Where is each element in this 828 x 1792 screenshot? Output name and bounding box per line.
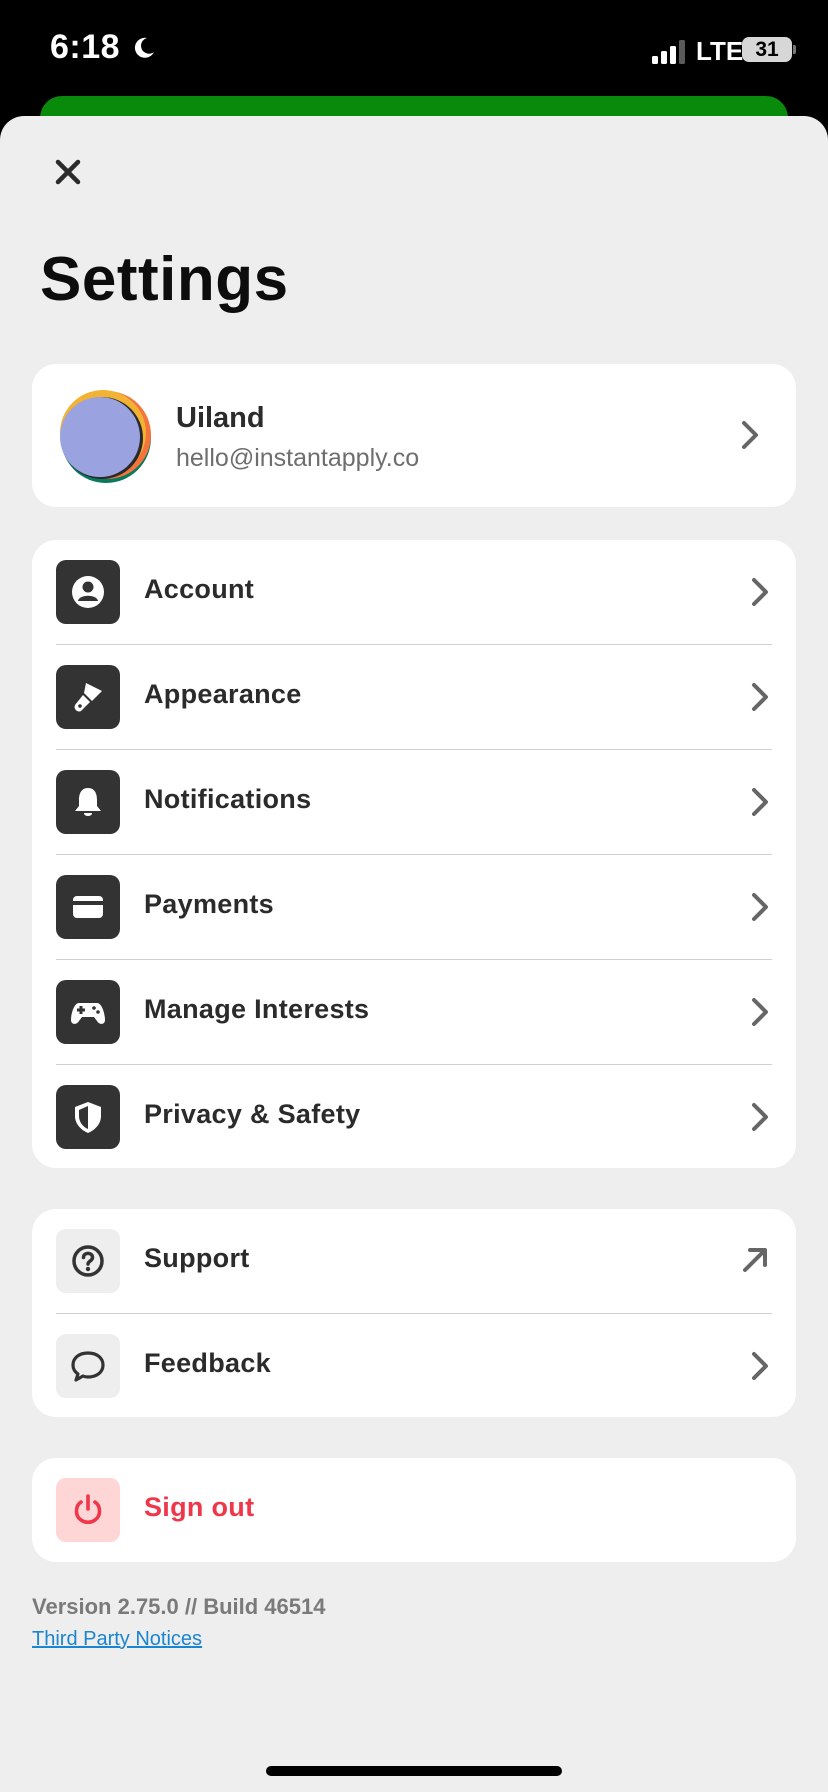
shield-icon (75, 1102, 101, 1133)
version-text: Version 2.75.0 // Build 46514 (32, 1594, 326, 1619)
battery-indicator: 31 (742, 37, 792, 62)
profile-email: hello@instantapply.co (176, 444, 420, 472)
menu-item-privacy-safety[interactable]: Privacy & Safety (32, 1065, 796, 1170)
third-party-notices-link[interactable]: Third Party Notices (32, 1628, 202, 1651)
menu-item-feedback[interactable]: Feedback (32, 1314, 796, 1419)
menu-item-support[interactable]: Support (32, 1209, 796, 1314)
menu-item-payments[interactable]: Payments (32, 855, 796, 960)
chevron-right-icon (752, 1352, 768, 1380)
menu-item-label: Notifications (144, 784, 312, 814)
status-time: 6:18 (50, 28, 121, 66)
moon-icon (134, 37, 154, 58)
notifications-icon-box (56, 770, 120, 834)
menu-item-label: Privacy & Safety (144, 1099, 361, 1129)
menu-item-label: Feedback (144, 1348, 271, 1378)
chat-bubble-icon (71, 1351, 105, 1382)
menu-item-account[interactable]: Account (32, 540, 796, 645)
chevron-right-icon (752, 788, 768, 816)
menu-item-label: Account (144, 574, 255, 604)
page-title: Settings (40, 245, 289, 314)
gamepad-icon (71, 1003, 105, 1024)
menu-item-appearance[interactable]: Appearance (32, 645, 796, 750)
chevron-right-icon (752, 683, 768, 711)
profile-card[interactable]: Uiland hello@instantapply.co (32, 364, 796, 507)
menu-item-label: Payments (144, 889, 274, 919)
menu-item-notifications[interactable]: Notifications (32, 750, 796, 855)
signal-bars-icon (652, 40, 685, 64)
support-menu: Support Feedback (32, 1209, 796, 1417)
paintbrush-icon (74, 683, 102, 712)
support-icon-box (56, 1229, 120, 1293)
home-indicator (266, 1766, 562, 1776)
external-arrow-icon (743, 1248, 767, 1272)
person-icon (72, 576, 104, 608)
sign-out-button[interactable]: Sign out (32, 1458, 796, 1562)
payments-icon-box (56, 875, 120, 939)
interests-icon-box (56, 980, 120, 1044)
settings-menu: Account Appearance Notifications Payment… (32, 540, 796, 1168)
feedback-icon-box (56, 1334, 120, 1398)
menu-item-label: Support (144, 1243, 250, 1273)
question-circle-icon (72, 1245, 104, 1277)
bell-icon (75, 788, 101, 816)
avatar (60, 390, 151, 483)
network-type: LTE (696, 36, 744, 66)
account-icon-box (56, 560, 120, 624)
menu-item-label: Appearance (144, 679, 302, 709)
signout-card: Sign out (32, 1458, 796, 1562)
power-icon (74, 1494, 102, 1525)
chevron-right-icon (752, 1103, 768, 1131)
chevron-right-icon (752, 893, 768, 921)
battery-tip (793, 45, 796, 54)
sign-out-label: Sign out (144, 1492, 255, 1522)
profile-name: Uiland (176, 402, 265, 434)
status-bar: 6:18 LTE 31 (0, 0, 828, 100)
signout-icon-box (56, 1478, 120, 1542)
close-icon[interactable] (50, 154, 86, 190)
privacy-icon-box (56, 1085, 120, 1149)
chevron-right-icon (742, 421, 758, 449)
chevron-right-icon (752, 998, 768, 1026)
menu-item-manage-interests[interactable]: Manage Interests (32, 960, 796, 1065)
menu-item-label: Manage Interests (144, 994, 370, 1024)
chevron-right-icon (752, 578, 768, 606)
credit-card-icon (73, 896, 103, 918)
appearance-icon-box (56, 665, 120, 729)
